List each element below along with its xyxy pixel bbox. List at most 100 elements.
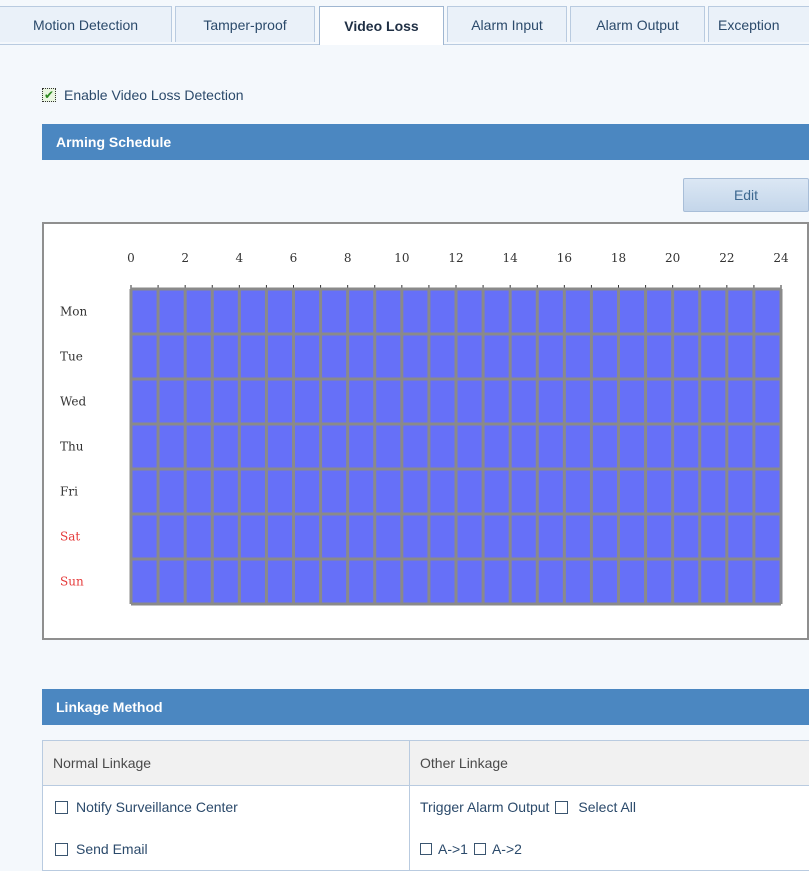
schedule-cell[interactable]: [185, 289, 212, 334]
schedule-cell[interactable]: [483, 469, 510, 514]
schedule-cell[interactable]: [673, 559, 700, 604]
schedule-cell[interactable]: [402, 559, 429, 604]
notify-center-option[interactable]: Notify Surveillance Center: [53, 786, 409, 828]
schedule-cell[interactable]: [375, 289, 402, 334]
schedule-cell[interactable]: [131, 559, 158, 604]
schedule-cell[interactable]: [646, 469, 673, 514]
schedule-cell[interactable]: [239, 559, 266, 604]
schedule-cell[interactable]: [402, 469, 429, 514]
schedule-cell[interactable]: [483, 424, 510, 469]
schedule-cell[interactable]: [375, 469, 402, 514]
schedule-cell[interactable]: [537, 334, 564, 379]
schedule-cell[interactable]: [619, 469, 646, 514]
schedule-cell[interactable]: [727, 514, 754, 559]
schedule-cell[interactable]: [321, 289, 348, 334]
schedule-cell[interactable]: [727, 289, 754, 334]
schedule-cell[interactable]: [239, 334, 266, 379]
schedule-cell[interactable]: [754, 559, 781, 604]
schedule-cell[interactable]: [131, 289, 158, 334]
schedule-cell[interactable]: [646, 559, 673, 604]
schedule-cell[interactable]: [131, 379, 158, 424]
schedule-cell[interactable]: [266, 379, 293, 424]
schedule-cell[interactable]: [564, 559, 591, 604]
tab-alarm-output[interactable]: Alarm Output: [570, 6, 705, 42]
schedule-cell[interactable]: [348, 289, 375, 334]
tab-motion-detection[interactable]: Motion Detection: [0, 6, 172, 42]
schedule-cell[interactable]: [131, 514, 158, 559]
schedule-cell[interactable]: [348, 379, 375, 424]
schedule-cell[interactable]: [294, 559, 321, 604]
schedule-cell[interactable]: [754, 379, 781, 424]
schedule-cell[interactable]: [131, 334, 158, 379]
schedule-cell[interactable]: [646, 424, 673, 469]
schedule-cell[interactable]: [456, 289, 483, 334]
schedule-cell[interactable]: [537, 469, 564, 514]
schedule-cell[interactable]: [212, 514, 239, 559]
schedule-cell[interactable]: [402, 379, 429, 424]
schedule-cell[interactable]: [321, 424, 348, 469]
schedule-cell[interactable]: [239, 379, 266, 424]
schedule-cell[interactable]: [429, 424, 456, 469]
schedule-cell[interactable]: [591, 424, 618, 469]
tab-exception[interactable]: Exception: [708, 6, 809, 42]
schedule-cell[interactable]: [185, 379, 212, 424]
schedule-cell[interactable]: [564, 289, 591, 334]
schedule-cell[interactable]: [510, 334, 537, 379]
schedule-cell[interactable]: [564, 334, 591, 379]
schedule-cell[interactable]: [212, 469, 239, 514]
schedule-cell[interactable]: [619, 424, 646, 469]
schedule-cell[interactable]: [591, 469, 618, 514]
schedule-cell[interactable]: [537, 289, 564, 334]
schedule-cell[interactable]: [348, 469, 375, 514]
schedule-grid[interactable]: 024681012141618202224MonTueWedThuFriSatS…: [44, 224, 807, 638]
schedule-cell[interactable]: [646, 379, 673, 424]
send-email-option[interactable]: Send Email: [53, 828, 409, 870]
schedule-cell[interactable]: [266, 559, 293, 604]
schedule-cell[interactable]: [700, 289, 727, 334]
schedule-cell[interactable]: [591, 514, 618, 559]
schedule-cell[interactable]: [294, 379, 321, 424]
schedule-cell[interactable]: [537, 559, 564, 604]
schedule-cell[interactable]: [510, 424, 537, 469]
schedule-cell[interactable]: [564, 469, 591, 514]
schedule-cell[interactable]: [619, 514, 646, 559]
output-a1-checkbox[interactable]: [420, 843, 432, 855]
schedule-cell[interactable]: [646, 334, 673, 379]
schedule-cell[interactable]: [537, 379, 564, 424]
schedule-cell[interactable]: [510, 379, 537, 424]
schedule-cell[interactable]: [564, 424, 591, 469]
select-all-checkbox[interactable]: [555, 801, 568, 814]
schedule-cell[interactable]: [321, 514, 348, 559]
schedule-cell[interactable]: [591, 559, 618, 604]
schedule-cell[interactable]: [483, 289, 510, 334]
schedule-cell[interactable]: [266, 424, 293, 469]
schedule-cell[interactable]: [158, 559, 185, 604]
schedule-cell[interactable]: [212, 334, 239, 379]
schedule-cell[interactable]: [619, 559, 646, 604]
schedule-cell[interactable]: [700, 334, 727, 379]
schedule-cell[interactable]: [375, 559, 402, 604]
schedule-cell[interactable]: [646, 514, 673, 559]
schedule-cell[interactable]: [591, 334, 618, 379]
schedule-cell[interactable]: [185, 424, 212, 469]
schedule-cell[interactable]: [429, 379, 456, 424]
schedule-cell[interactable]: [239, 469, 266, 514]
schedule-cell[interactable]: [375, 334, 402, 379]
schedule-cell[interactable]: [673, 469, 700, 514]
schedule-cell[interactable]: [185, 334, 212, 379]
tab-tamper-proof[interactable]: Tamper-proof: [175, 6, 315, 42]
schedule-cell[interactable]: [321, 559, 348, 604]
tab-alarm-input[interactable]: Alarm Input: [447, 6, 567, 42]
schedule-cell[interactable]: [483, 334, 510, 379]
schedule-cell[interactable]: [510, 289, 537, 334]
schedule-cell[interactable]: [727, 469, 754, 514]
schedule-cell[interactable]: [212, 424, 239, 469]
send-email-checkbox[interactable]: [55, 843, 68, 856]
schedule-cell[interactable]: [158, 289, 185, 334]
schedule-cell[interactable]: [321, 334, 348, 379]
schedule-cell[interactable]: [158, 469, 185, 514]
schedule-cell[interactable]: [348, 424, 375, 469]
schedule-cell[interactable]: [483, 514, 510, 559]
schedule-cell[interactable]: [456, 424, 483, 469]
schedule-cell[interactable]: [131, 469, 158, 514]
